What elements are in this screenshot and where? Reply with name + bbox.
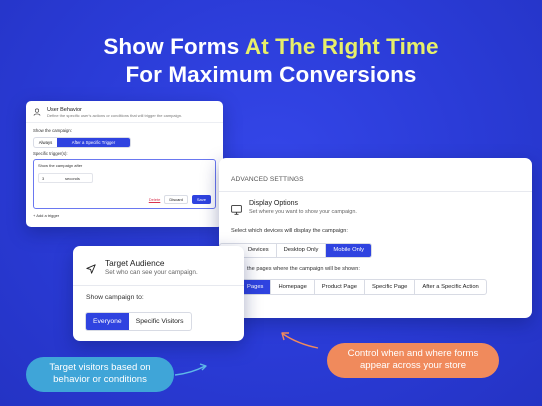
- arrow-left-connector: [174, 365, 206, 376]
- arrow-right-connector: [282, 333, 319, 349]
- connector-arrows: [174, 332, 319, 376]
